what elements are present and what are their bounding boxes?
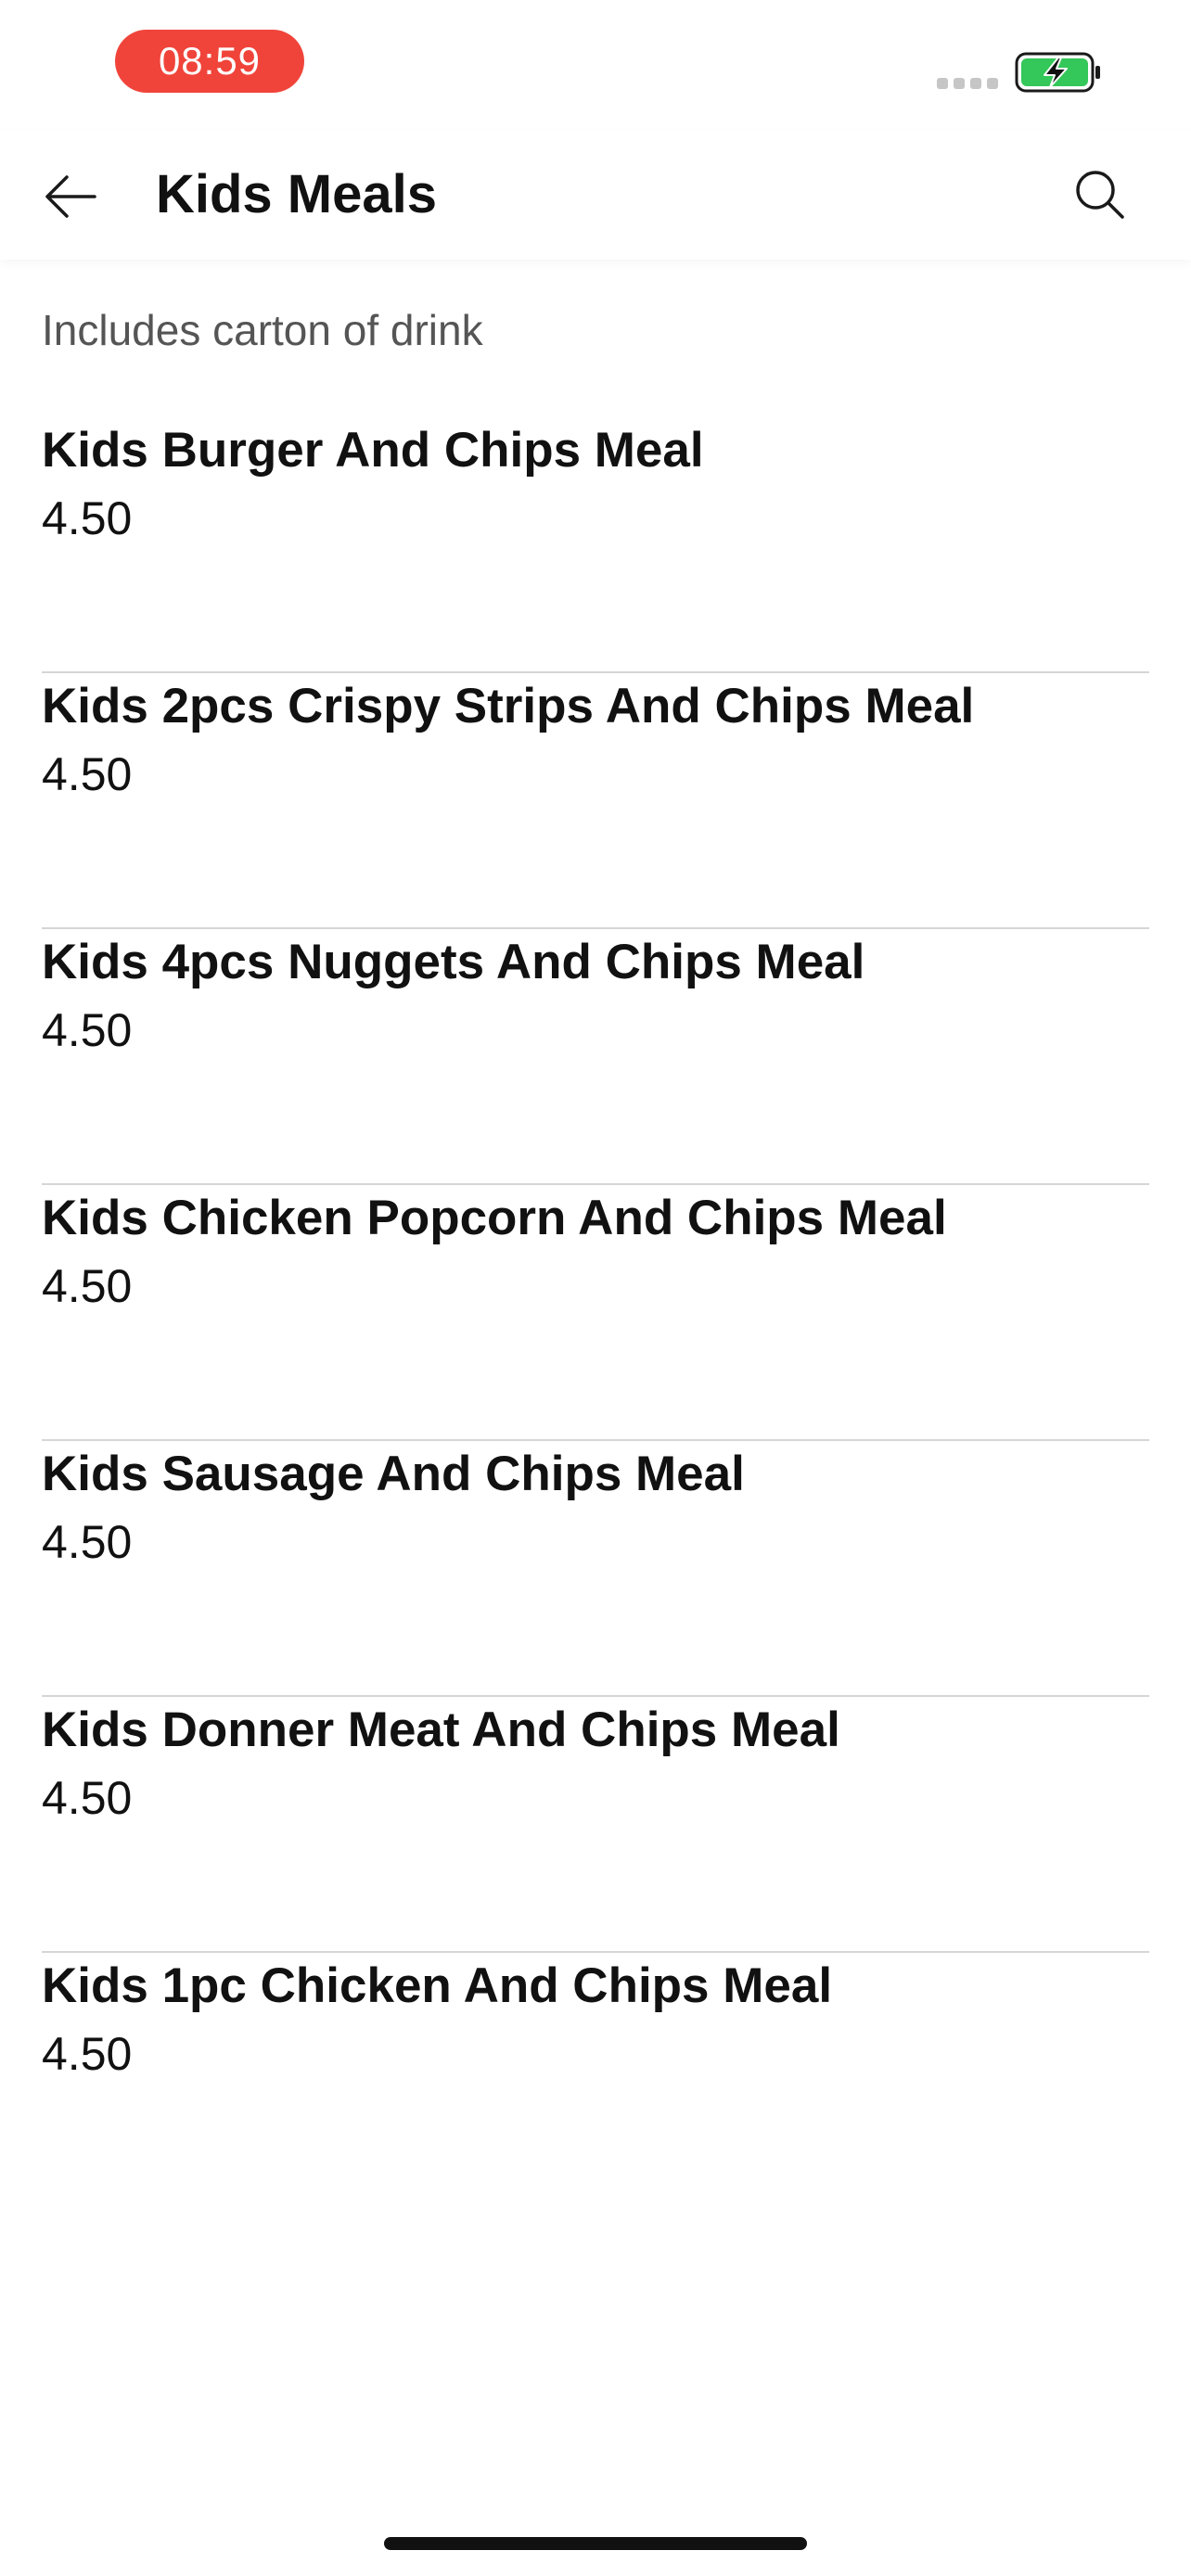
back-button[interactable] (37, 163, 104, 230)
menu-item-name: Kids 4pcs Nuggets And Chips Meal (42, 935, 865, 989)
menu-item-name: Kids Sausage And Chips Meal (42, 1447, 745, 1501)
menu-item-name: Kids 2pcs Crispy Strips And Chips Meal (42, 679, 975, 733)
status-time: 08:59 (115, 30, 304, 93)
menu-item[interactable]: Kids Sausage And Chips Meal 4.50 (42, 1441, 1149, 1697)
menu-item[interactable]: Kids 4pcs Nuggets And Chips Meal 4.50 (42, 929, 1149, 1185)
menu-item[interactable]: Kids Donner Meat And Chips Meal 4.50 (42, 1697, 1149, 1953)
menu-item-price: 4.50 (42, 1772, 133, 1824)
menu-item-price: 4.50 (42, 492, 133, 544)
home-indicator[interactable] (384, 2537, 807, 2550)
signal-dots-icon (937, 78, 998, 89)
header: Kids Meals (0, 130, 1191, 260)
search-button[interactable] (1067, 161, 1133, 228)
menu-item[interactable]: Kids Chicken Popcorn And Chips Meal 4.50 (42, 1185, 1149, 1441)
menu-item-name: Kids 1pc Chicken And Chips Meal (42, 1958, 833, 2013)
menu-item-name: Kids Chicken Popcorn And Chips Meal (42, 1191, 947, 1245)
battery-charging-icon (1015, 52, 1100, 93)
status-bar: 08:59 (0, 0, 1191, 130)
menu-item-name: Kids Burger And Chips Meal (42, 423, 704, 478)
page-title: Kids Meals (156, 164, 437, 224)
menu-item-price: 4.50 (42, 748, 133, 800)
menu-item-price: 4.50 (42, 1260, 133, 1312)
menu-item[interactable]: Kids 1pc Chicken And Chips Meal 4.50 (42, 1953, 1149, 2209)
menu-item-list: Kids Burger And Chips Meal 4.50 Kids 2pc… (42, 417, 1149, 2209)
menu-item-price: 4.50 (42, 1004, 133, 1056)
menu-item-name: Kids Donner Meat And Chips Meal (42, 1702, 840, 1757)
menu-item-price: 4.50 (42, 2028, 133, 2080)
arrow-left-icon (45, 175, 96, 218)
menu-item-price: 4.50 (42, 1516, 133, 1568)
category-description: Includes carton of drink (42, 306, 483, 354)
menu-item[interactable]: Kids Burger And Chips Meal 4.50 (42, 417, 1149, 673)
menu-item[interactable]: Kids 2pcs Crispy Strips And Chips Meal 4… (42, 673, 1149, 929)
search-icon (1076, 171, 1124, 219)
